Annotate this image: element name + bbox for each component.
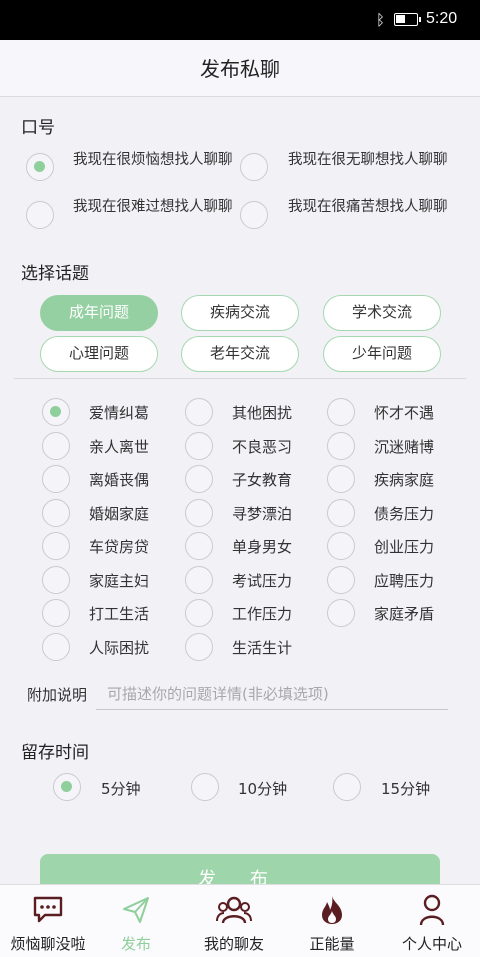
topic-category-chip[interactable]: 成年问题 <box>40 295 158 331</box>
subtopic-label[interactable]: 单身男女 <box>232 536 292 557</box>
slogan-radio[interactable] <box>26 153 54 181</box>
friends-icon <box>186 893 282 927</box>
tab-label: 我的聊友 <box>203 935 264 953</box>
tab-label: 正能量 <box>309 935 355 953</box>
subtopic-label[interactable]: 子女教育 <box>232 469 292 490</box>
subtopic-radio[interactable] <box>42 398 70 426</box>
battery-icon <box>394 13 421 26</box>
bluetooth-icon: ᛒ <box>376 11 386 29</box>
tab-label: 发布 <box>120 935 151 953</box>
bottom-tab-bar: 烦恼聊没啦 发布 我的聊友 正能量 个人中心 <box>0 884 480 957</box>
subtopic-radio[interactable] <box>327 398 355 426</box>
subtopic-radio[interactable] <box>185 632 213 661</box>
subtopic-radio[interactable] <box>327 532 355 560</box>
subtopic-label[interactable]: 工作压力 <box>232 603 292 624</box>
subtopic-label[interactable]: 婚姻家庭 <box>89 503 149 524</box>
subtopic-radio[interactable] <box>42 498 70 527</box>
subtopic-label[interactable]: 应聘压力 <box>374 570 434 591</box>
subtopic-label[interactable]: 怀才不遇 <box>374 402 434 423</box>
subtopic-label[interactable]: 疾病家庭 <box>374 469 434 490</box>
tab-my-friends[interactable]: 我的聊友 <box>186 885 282 957</box>
slogan-option-text[interactable]: 我现在很难过想找人聊聊 <box>73 197 241 217</box>
subtopic-radio[interactable] <box>185 532 213 560</box>
subtopic-radio[interactable] <box>42 632 70 661</box>
subtopic-radio[interactable] <box>42 599 70 627</box>
subtopic-label[interactable]: 不良恶习 <box>232 436 292 457</box>
subtopic-label[interactable]: 创业压力 <box>374 536 434 557</box>
tab-positive-energy[interactable]: 正能量 <box>284 885 380 957</box>
send-icon <box>88 893 184 927</box>
duration-radio[interactable] <box>53 773 81 801</box>
topic-category-chip[interactable]: 疾病交流 <box>181 295 299 331</box>
subtopic-label[interactable]: 车贷房贷 <box>89 536 149 557</box>
slogan-label: 口号 <box>21 118 55 138</box>
subtopic-label[interactable]: 沉迷赌博 <box>374 436 434 457</box>
topic-category-chip[interactable]: 少年问题 <box>323 336 441 372</box>
duration-label: 留存时间 <box>21 743 89 763</box>
subtopic-label[interactable]: 家庭矛盾 <box>374 603 434 624</box>
duration-option-label[interactable]: 15分钟 <box>381 778 430 799</box>
subtopic-radio[interactable] <box>42 465 70 493</box>
subtopic-label[interactable]: 离婚丧偶 <box>89 469 149 490</box>
subtopic-radio[interactable] <box>185 498 213 527</box>
slogan-radio[interactable] <box>240 153 268 181</box>
duration-option-label[interactable]: 10分钟 <box>238 778 287 799</box>
duration-radio[interactable] <box>191 773 219 801</box>
status-time: 5:20 <box>426 10 458 27</box>
topic-category-chip[interactable]: 老年交流 <box>181 336 299 372</box>
slogan-radio[interactable] <box>240 201 268 229</box>
subtopic-radio[interactable] <box>327 565 355 594</box>
subtopic-radio[interactable] <box>185 565 213 594</box>
subtopic-radio[interactable] <box>42 532 70 560</box>
divider <box>14 378 466 379</box>
subtopic-label[interactable]: 爱情纠葛 <box>89 402 149 423</box>
subtopic-radio[interactable] <box>185 465 213 493</box>
tab-personal-center[interactable]: 个人中心 <box>384 885 480 957</box>
additional-description-input[interactable] <box>96 678 448 710</box>
fire-icon <box>284 893 380 927</box>
tab-publish[interactable]: 发布 <box>88 885 184 957</box>
subtopic-label[interactable]: 家庭主妇 <box>89 570 149 591</box>
subtopic-label[interactable]: 债务压力 <box>374 503 434 524</box>
slogan-option-text[interactable]: 我现在很痛苦想找人聊聊 <box>288 197 456 217</box>
status-bar: ᛒ 5:20 <box>0 0 480 40</box>
subtopic-radio[interactable] <box>327 498 355 527</box>
slogan-option-text[interactable]: 我现在很烦恼想找人聊聊 <box>73 150 241 170</box>
slogan-option-text[interactable]: 我现在很无聊想找人聊聊 <box>288 150 456 170</box>
subtopic-radio[interactable] <box>185 599 213 627</box>
slogan-radio[interactable] <box>26 201 54 229</box>
topic-label: 选择话题 <box>21 264 89 284</box>
duration-radio[interactable] <box>333 773 361 801</box>
subtopic-label[interactable]: 其他困扰 <box>232 402 292 423</box>
person-icon <box>384 893 480 927</box>
subtopic-radio[interactable] <box>327 431 355 460</box>
duration-option-label[interactable]: 5分钟 <box>101 778 141 799</box>
subtopic-label[interactable]: 亲人离世 <box>89 436 149 457</box>
chat-bubble-icon <box>0 893 96 927</box>
subtopic-radio[interactable] <box>42 431 70 460</box>
subtopic-label[interactable]: 考试压力 <box>232 570 292 591</box>
subtopic-radio[interactable] <box>327 599 355 627</box>
topic-category-chip[interactable]: 学术交流 <box>323 295 441 331</box>
additional-label: 附加说明 <box>27 686 88 704</box>
subtopic-radio[interactable] <box>42 565 70 594</box>
subtopic-label[interactable]: 寻梦漂泊 <box>232 503 292 524</box>
subtopic-label[interactable]: 生活生计 <box>232 637 292 658</box>
subtopic-radio[interactable] <box>185 398 213 426</box>
topic-category-chip[interactable]: 心理问题 <box>40 336 158 372</box>
subtopic-radio[interactable] <box>327 465 355 493</box>
page-title: 发布私聊 <box>0 40 480 97</box>
subtopic-label[interactable]: 人际困扰 <box>89 637 149 658</box>
tab-label: 个人中心 <box>401 935 462 953</box>
subtopic-label[interactable]: 打工生活 <box>89 603 149 624</box>
subtopic-radio[interactable] <box>185 431 213 460</box>
